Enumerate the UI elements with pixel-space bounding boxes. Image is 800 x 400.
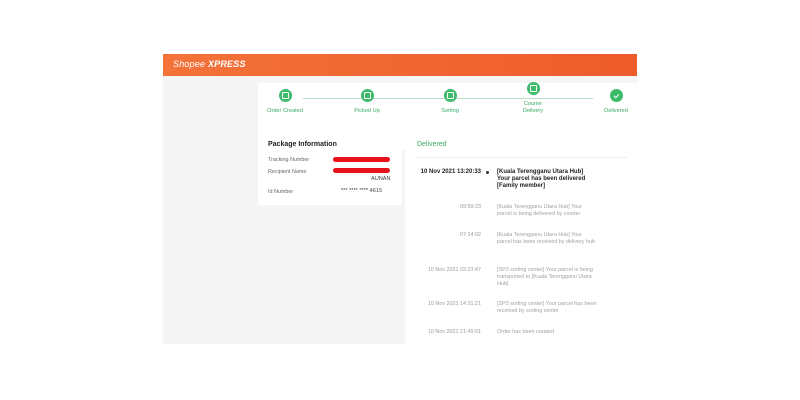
- divider: [417, 157, 627, 158]
- event-time: 07:14:02: [460, 232, 481, 238]
- tracking-number-label: Tracking Number: [268, 157, 310, 163]
- step-label: Sorting: [441, 108, 459, 114]
- order-created-icon: [278, 89, 292, 102]
- delivery-status: Delivered: [417, 141, 447, 148]
- event-description: [SP3 sorting center] Your parcel is bein…: [497, 267, 593, 287]
- event-time: 09:59:23: [460, 204, 481, 210]
- event-time: 10 Nov 2021 13:20:33: [420, 169, 481, 175]
- event-dot: [486, 171, 489, 174]
- event-description: [Kuala Terengganu Utara Hub] Your parcel…: [497, 232, 595, 245]
- step-picked-up: Picked Up: [337, 89, 397, 115]
- recipient-name-suffix: AUNAN: [371, 176, 391, 182]
- step-courier-delivery: Courier Delivery: [503, 82, 563, 115]
- id-number-label: Id Number: [268, 189, 294, 195]
- id-number-value: *** **** **** 4615: [341, 188, 383, 194]
- package-info-card: Package Information Tracking Number Reci…: [258, 129, 402, 205]
- tracking-timeline: Delivered 10 Nov 2021 13:20:33 [Kuala Te…: [405, 129, 637, 344]
- recipient-name-label: Recipient Name: [268, 169, 307, 175]
- event-description: Order has been created: [497, 329, 554, 335]
- courier-delivery-icon: [526, 82, 540, 95]
- step-label: Courier Delivery: [522, 101, 544, 114]
- event-description: [Kuala Terengganu Utara Hub] Your parcel…: [497, 169, 586, 189]
- tracking-page: Shopee XPRESS Order Created Picked Up So…: [163, 54, 637, 344]
- event-time: 10 Nov 2021 21:49:51: [427, 329, 481, 335]
- event-description: [Kuala Terengganu Utara Hub] Your parcel…: [497, 204, 583, 217]
- event-time: 10 Nov 2021 14:31:21: [427, 301, 481, 307]
- step-order-created: Order Created: [255, 89, 315, 115]
- header-bar: Shopee XPRESS: [163, 54, 637, 76]
- step-label: Picked Up: [354, 108, 380, 114]
- logo-xpress-text: XPRESS: [207, 59, 246, 69]
- event-description: [SP3 sorting center] Your parcel has bee…: [497, 301, 597, 314]
- step-sorting: Sorting: [420, 89, 480, 115]
- check-icon: [609, 89, 623, 102]
- logo-shopee-text: Shopee: [173, 59, 206, 69]
- sorting-icon: [443, 89, 457, 102]
- step-label: Order Created: [267, 108, 303, 114]
- shopee-xpress-logo[interactable]: Shopee XPRESS: [173, 59, 246, 69]
- tracking-number-redacted: [333, 157, 390, 162]
- step-delivered: Delivered: [586, 89, 646, 115]
- picked-up-icon: [360, 89, 374, 102]
- event-time: 10 Nov 2021 02:23:47: [427, 267, 481, 273]
- step-label: Delivered: [604, 108, 628, 114]
- recipient-name-redacted: [333, 168, 390, 173]
- package-info-title: Package Information: [268, 141, 337, 148]
